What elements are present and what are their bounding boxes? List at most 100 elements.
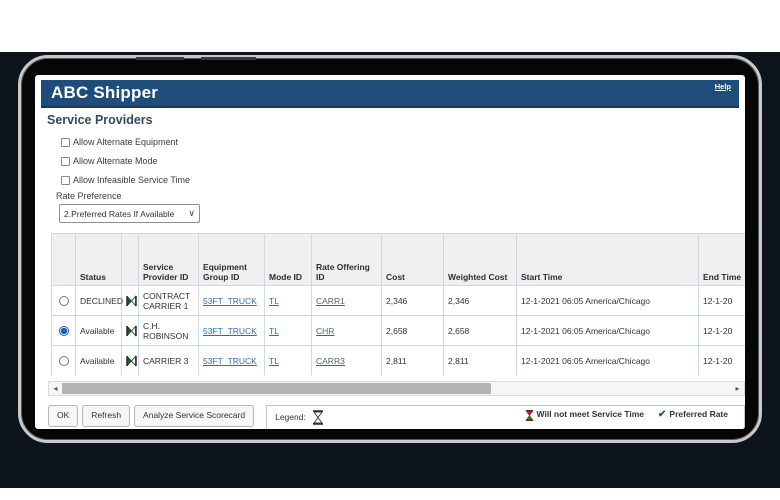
legend-item-label: Will not meet Service Time: [537, 409, 644, 419]
allow-infeasible-service-time-checkbox[interactable]: [61, 176, 70, 185]
allow-alternate-equipment-checkbox[interactable]: [61, 138, 70, 147]
mode-cell: TL: [265, 316, 312, 346]
column-header-end-time: End Time: [699, 234, 746, 286]
column-header-equipment-group-id: Equipment Group ID: [199, 234, 265, 286]
flag-cell: [122, 346, 139, 376]
checkbox-label: Allow Alternate Mode: [73, 156, 158, 166]
analyze-service-scorecard-button[interactable]: Analyze Service Scorecard: [134, 405, 254, 427]
equipment-group-cell: 53FT_TRUCK: [199, 316, 265, 346]
weighted-cost-cell: 2,658: [444, 316, 517, 346]
hourglass-icon: [126, 355, 137, 367]
start-time-cell: 12-1-2021 06:05 America/Chicago: [517, 316, 699, 346]
footer-actions: OK Refresh Analyze Service Scorecard Leg…: [48, 405, 745, 429]
service-provider-cell: CONTRACT CARRIER 1: [139, 286, 199, 316]
allow-infeasible-service-time-option: Allow Infeasible Service Time: [61, 174, 190, 186]
end-time-cell: 12-1-20: [699, 316, 746, 346]
scrollbar-thumb[interactable]: [62, 383, 491, 394]
mode-link[interactable]: TL: [269, 296, 279, 306]
rate-preference-value: 2.Preferred Rates If Available: [64, 209, 186, 219]
mode-cell: TL: [265, 346, 312, 376]
ok-button[interactable]: OK: [48, 405, 78, 427]
equipment-group-link[interactable]: 53FT_TRUCK: [203, 356, 257, 366]
service-providers-table: Status Service Provider ID Equipment Gro…: [51, 233, 745, 375]
table-header-row: Status Service Provider ID Equipment Gro…: [52, 234, 746, 286]
equipment-group-link[interactable]: 53FT_TRUCK: [203, 326, 257, 336]
rate-preference-label: Rate Preference: [56, 191, 122, 201]
service-provider-cell: C.H. ROBINSON: [139, 316, 199, 346]
allow-alternate-mode-checkbox[interactable]: [61, 157, 70, 166]
end-time-cell: 12-1-20: [699, 286, 746, 316]
rate-preference-select[interactable]: 2.Preferred Rates If Available ∨: [59, 204, 200, 223]
allow-alternate-mode-option: Allow Alternate Mode: [61, 155, 158, 167]
rate-offering-link[interactable]: CARR3: [316, 356, 345, 366]
page-title: Service Providers: [47, 113, 153, 127]
flag-column-header: [122, 234, 139, 286]
column-header-start-time: Start Time: [517, 234, 699, 286]
column-header-weighted-cost: Weighted Cost: [444, 234, 517, 286]
allow-alternate-equipment-option: Allow Alternate Equipment: [61, 136, 178, 148]
table-row: DECLINED CONTRACT CARRIER 1 53FT_TRUCK T…: [52, 286, 746, 316]
service-providers-table-wrap: Status Service Provider ID Equipment Gro…: [51, 233, 745, 375]
tablet-top-mark: [201, 57, 256, 60]
checkbox-label: Allow Infeasible Service Time: [73, 175, 190, 185]
mode-link[interactable]: TL: [269, 356, 279, 366]
row-radio[interactable]: [59, 296, 69, 306]
mode-link[interactable]: TL: [269, 326, 279, 336]
table-row: Available CARRIER 3 53FT_TRUCK TL CARR3 …: [52, 346, 746, 376]
checkbox-label: Allow Alternate Equipment: [73, 137, 178, 147]
mode-cell: TL: [265, 286, 312, 316]
radio-cell: [52, 346, 76, 376]
app-titlebar: ABC Shipper Help: [41, 80, 739, 108]
start-time-cell: 12-1-2021 06:05 America/Chicago: [517, 346, 699, 376]
legend-items: Will not meet Service Time ✔ Preferred R…: [511, 409, 728, 421]
legend-item-will-not-meet-service-time: Will not meet Service Time: [525, 409, 644, 421]
horizontal-scrollbar[interactable]: ◂ ▸: [48, 381, 745, 396]
equipment-group-link[interactable]: 53FT_TRUCK: [203, 296, 257, 306]
rate-offering-cell: CARR3: [312, 346, 382, 376]
tablet-top-mark: [136, 57, 184, 60]
checkmark-icon: ✔: [658, 409, 666, 420]
cost-cell: 2,346: [382, 286, 444, 316]
hourglass-icon: [126, 325, 137, 337]
hourglass-icon: [312, 410, 324, 425]
legend-label: Legend:: [275, 412, 306, 422]
column-header-status: Status: [76, 234, 122, 286]
column-header-service-provider-id: Service Provider ID: [139, 234, 199, 286]
scroll-left-icon[interactable]: ◂: [49, 382, 62, 395]
app-title: ABC Shipper: [51, 83, 158, 103]
tablet-frame: ABC Shipper Help Service Providers Allow…: [18, 55, 762, 443]
column-header-mode-id: Mode ID: [265, 234, 312, 286]
weighted-cost-cell: 2,346: [444, 286, 517, 316]
flag-cell: [122, 286, 139, 316]
flag-cell: [122, 316, 139, 346]
status-cell: DECLINED: [76, 286, 122, 316]
table-row: Available C.H. ROBINSON 53FT_TRUCK TL CH…: [52, 316, 746, 346]
rate-offering-cell: CHR: [312, 316, 382, 346]
rate-offering-link[interactable]: CARR1: [316, 296, 345, 306]
help-link[interactable]: Help: [715, 82, 731, 91]
row-radio-selected[interactable]: [59, 326, 69, 336]
radio-cell: [52, 316, 76, 346]
scroll-right-icon[interactable]: ▸: [731, 382, 744, 395]
end-time-cell: 12-1-20: [699, 346, 746, 376]
column-header-cost: Cost: [382, 234, 444, 286]
equipment-group-cell: 53FT_TRUCK: [199, 346, 265, 376]
weighted-cost-cell: 2,811: [444, 346, 517, 376]
rate-offering-link[interactable]: CHR: [316, 326, 334, 336]
hourglass-icon: [126, 295, 137, 307]
chevron-down-icon: ∨: [188, 208, 195, 219]
red-hourglass-icon: [525, 410, 534, 421]
equipment-group-cell: 53FT_TRUCK: [199, 286, 265, 316]
start-time-cell: 12-1-2021 06:05 America/Chicago: [517, 286, 699, 316]
service-provider-cell: CARRIER 3: [139, 346, 199, 376]
cost-cell: 2,658: [382, 316, 444, 346]
refresh-button[interactable]: Refresh: [82, 405, 130, 427]
row-radio[interactable]: [59, 356, 69, 366]
legend-box: Legend: Will not mee: [266, 405, 745, 429]
cost-cell: 2,811: [382, 346, 444, 376]
status-cell: Available: [76, 316, 122, 346]
radio-cell: [52, 286, 76, 316]
legend-item-label: Preferred Rate: [669, 409, 728, 419]
column-header-rate-offering-id: Rate Offering ID: [312, 234, 382, 286]
radio-column-header: [52, 234, 76, 286]
